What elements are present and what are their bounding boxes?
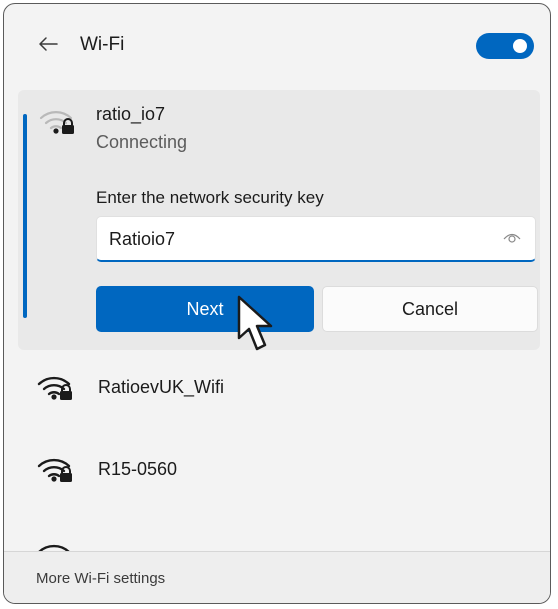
security-key-field[interactable]: [96, 216, 536, 262]
flyout-footer: More Wi-Fi settings: [4, 552, 550, 603]
security-key-input[interactable]: [109, 217, 489, 261]
more-wifi-settings-link[interactable]: More Wi-Fi settings: [36, 570, 165, 587]
network-list-item[interactable]: RatioevUK_Wifi: [18, 352, 540, 422]
network-name: ratio_io7: [96, 104, 166, 124]
network-status: Connecting: [96, 132, 188, 152]
mouse-cursor-icon: [237, 295, 273, 351]
selection-accent-bar: [23, 114, 27, 318]
wifi-secured-icon: [37, 376, 72, 400]
page-title: Wi-Fi: [80, 34, 125, 55]
wifi-secured-icon: [39, 111, 74, 134]
cancel-button[interactable]: Cancel: [322, 286, 538, 332]
network-name: RatioevUK_Wifi: [98, 377, 225, 397]
wifi-header: Wi-Fi: [4, 4, 550, 84]
wifi-secured-icon: [37, 458, 72, 482]
network-name: R15-0560: [98, 459, 178, 479]
wifi-toggle[interactable]: [476, 33, 534, 59]
security-key-label: Enter the network security key: [96, 188, 324, 207]
network-list-item[interactable]: R15-0560: [18, 434, 540, 504]
toggle-knob: [513, 39, 527, 53]
back-arrow-icon[interactable]: [38, 36, 58, 52]
eye-icon[interactable]: [503, 231, 521, 245]
